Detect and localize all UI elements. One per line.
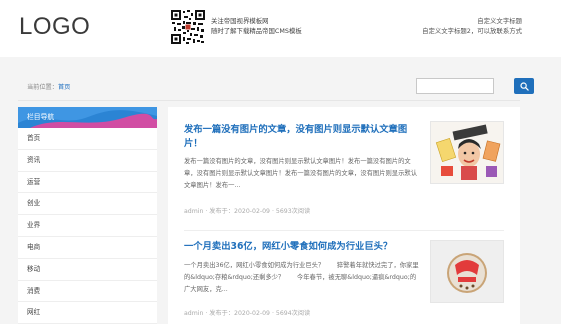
article-card: 发布一篇没有图片的文章，没有图片则显示默认文章图片！ 发布一篇没有图片的文章，没…	[184, 121, 506, 223]
sidebar-item-news[interactable]: 资讯	[18, 150, 157, 172]
search-icon	[519, 81, 529, 91]
sidebar-item-mobile[interactable]: 移动	[18, 259, 157, 281]
sidebar-nav: 栏目导航 首页 资讯 运营 创业 业界 电商 移动 消费 网红	[18, 107, 157, 324]
custom-title-2: 自定义文字标题2，可以放联系方式	[422, 27, 522, 35]
sidebar-list: 首页 资讯 运营 创业 业界 电商 移动 消费 网红	[18, 128, 157, 324]
search-input[interactable]	[416, 78, 494, 94]
article-summary: 一个月卖出36亿，网红小零食如何成为行业巨头？ 猝警着年就快过完了，你家里的&l…	[184, 262, 419, 293]
breadcrumb-home-link[interactable]: 首页	[58, 84, 70, 91]
breadcrumb-bar: 当前位置：首页	[18, 78, 534, 96]
header-custom-text: 自定义文字标题 自定义文字标题2，可以放联系方式	[422, 16, 522, 36]
sidebar-item-startup[interactable]: 创业	[18, 193, 157, 216]
article-thumbnail[interactable]	[430, 121, 504, 184]
search-button[interactable]	[514, 78, 534, 94]
sidebar-item-home[interactable]: 首页	[18, 128, 157, 150]
article-summary: 发布一篇没有图片的文章，没有图片则显示默认文章图片！发布一篇没有图片的文章，没有…	[184, 158, 417, 189]
breadcrumb-prefix: 当前位置：	[27, 84, 58, 91]
article-title[interactable]: 发布一篇没有图片的文章，没有图片则显示默认文章图片！	[184, 123, 424, 151]
site-header: LOGO 关注帝国视界模板网 随时了解下载精品帝国CMS模板 自定义文字标题 自…	[0, 0, 561, 57]
sidebar-item-ecommerce[interactable]: 电商	[18, 237, 157, 259]
cartoon-thumbnail-image	[431, 122, 503, 183]
article-meta: admin · 发布于：2020-02-09 · 5694次阅读	[184, 310, 311, 317]
qr-caption-line2: 随时了解下载精品帝国CMS模板	[211, 27, 302, 35]
sidebar-item-operations[interactable]: 运营	[18, 172, 157, 194]
article-divider	[184, 230, 504, 231]
sidebar-heading: 栏目导航	[18, 107, 157, 128]
article-thumbnail[interactable]	[430, 240, 504, 303]
sidebar-item-consumer[interactable]: 消费	[18, 281, 157, 303]
sidebar-item-industry[interactable]: 业界	[18, 215, 157, 237]
article-meta: admin · 发布于：2020-02-09 · 5693次阅读	[184, 208, 311, 215]
qr-caption: 关注帝国视界模板网 随时了解下载精品帝国CMS模板	[211, 16, 302, 36]
breadcrumb: 当前位置：首页	[27, 82, 70, 91]
snack-thumbnail-image	[431, 241, 503, 302]
article-card: 一个月卖出36亿，网红小零食如何成为行业巨头？ 一个月卖出36亿，网红小零食如何…	[184, 240, 506, 324]
article-list: 发布一篇没有图片的文章，没有图片则显示默认文章图片！ 发布一篇没有图片的文章，没…	[168, 107, 520, 324]
sidebar-heading-label: 栏目导航	[27, 113, 55, 121]
breadcrumb-divider	[18, 100, 520, 101]
article-title[interactable]: 一个月卖出36亿，网红小零食如何成为行业巨头？	[184, 240, 424, 254]
qr-code-image	[170, 9, 206, 45]
qr-caption-line1: 关注帝国视界模板网	[211, 17, 269, 25]
site-logo[interactable]: LOGO	[19, 13, 90, 41]
sidebar-item-influencer[interactable]: 网红	[18, 302, 157, 324]
custom-title-1: 自定义文字标题	[477, 17, 522, 25]
